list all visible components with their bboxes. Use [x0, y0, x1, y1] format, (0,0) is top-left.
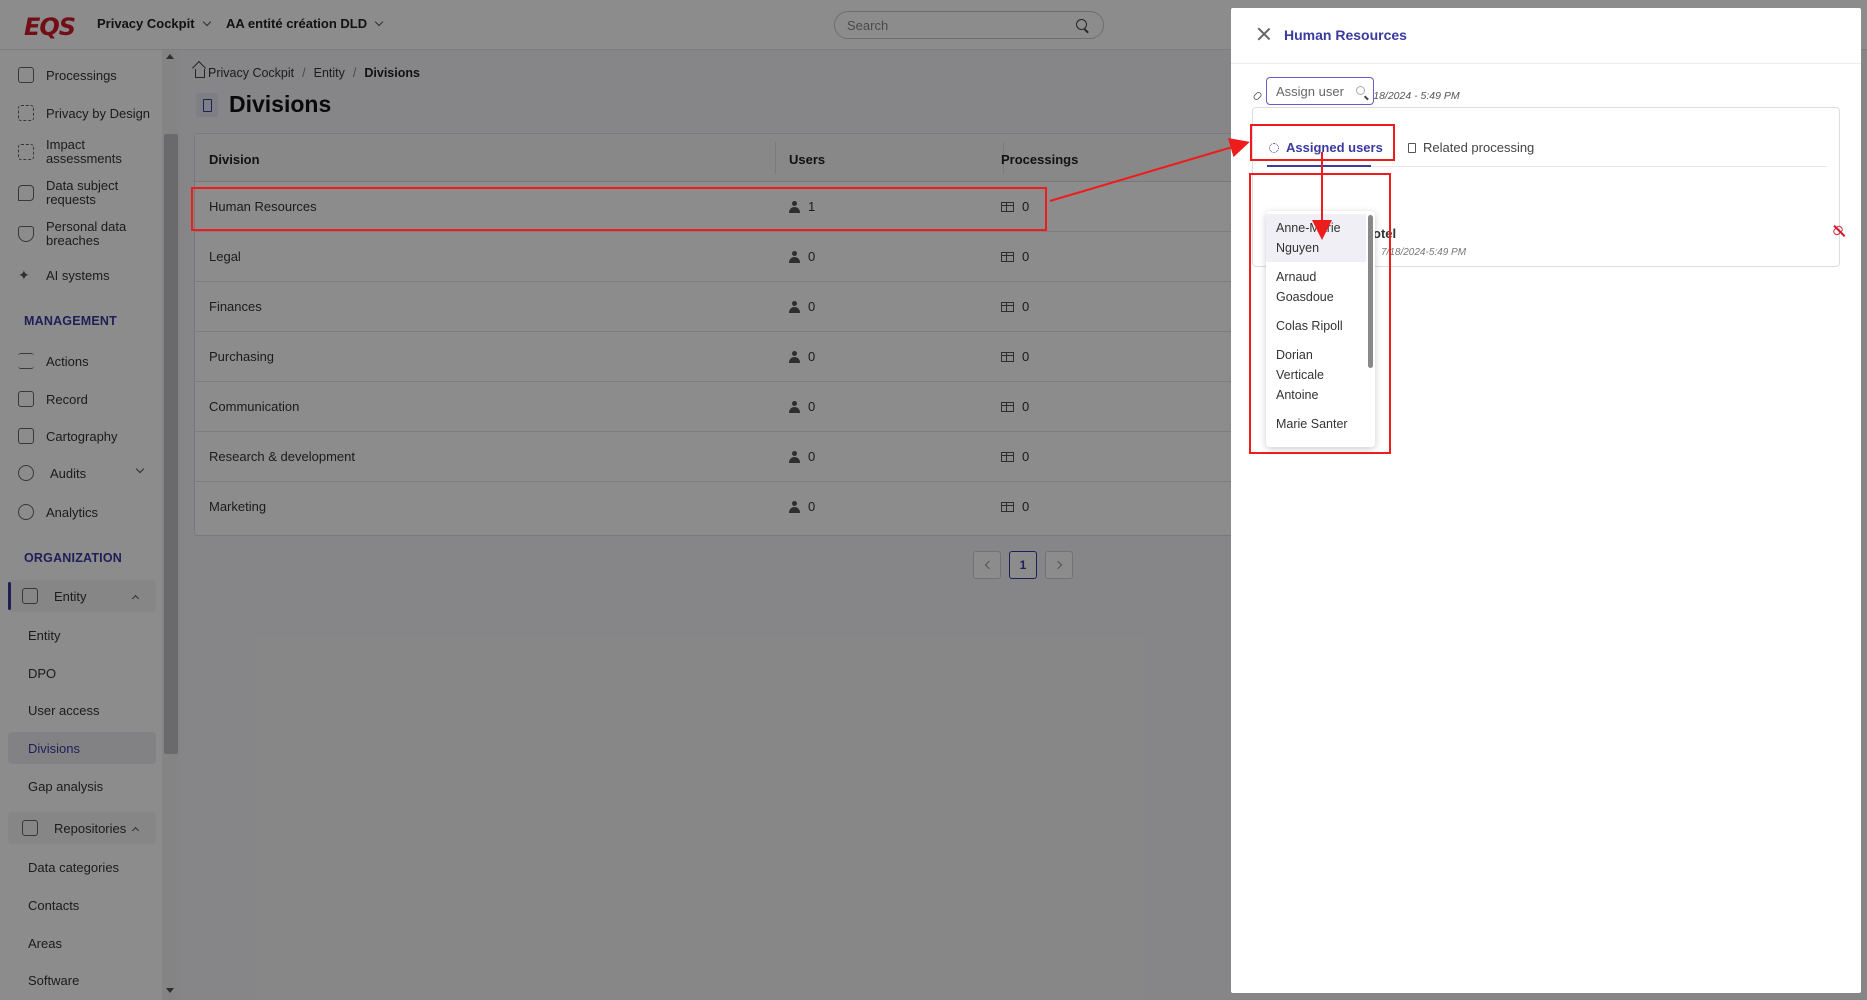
annotation-arrows [1049, 137, 1332, 240]
annotation-arrow [1049, 137, 1250, 202]
